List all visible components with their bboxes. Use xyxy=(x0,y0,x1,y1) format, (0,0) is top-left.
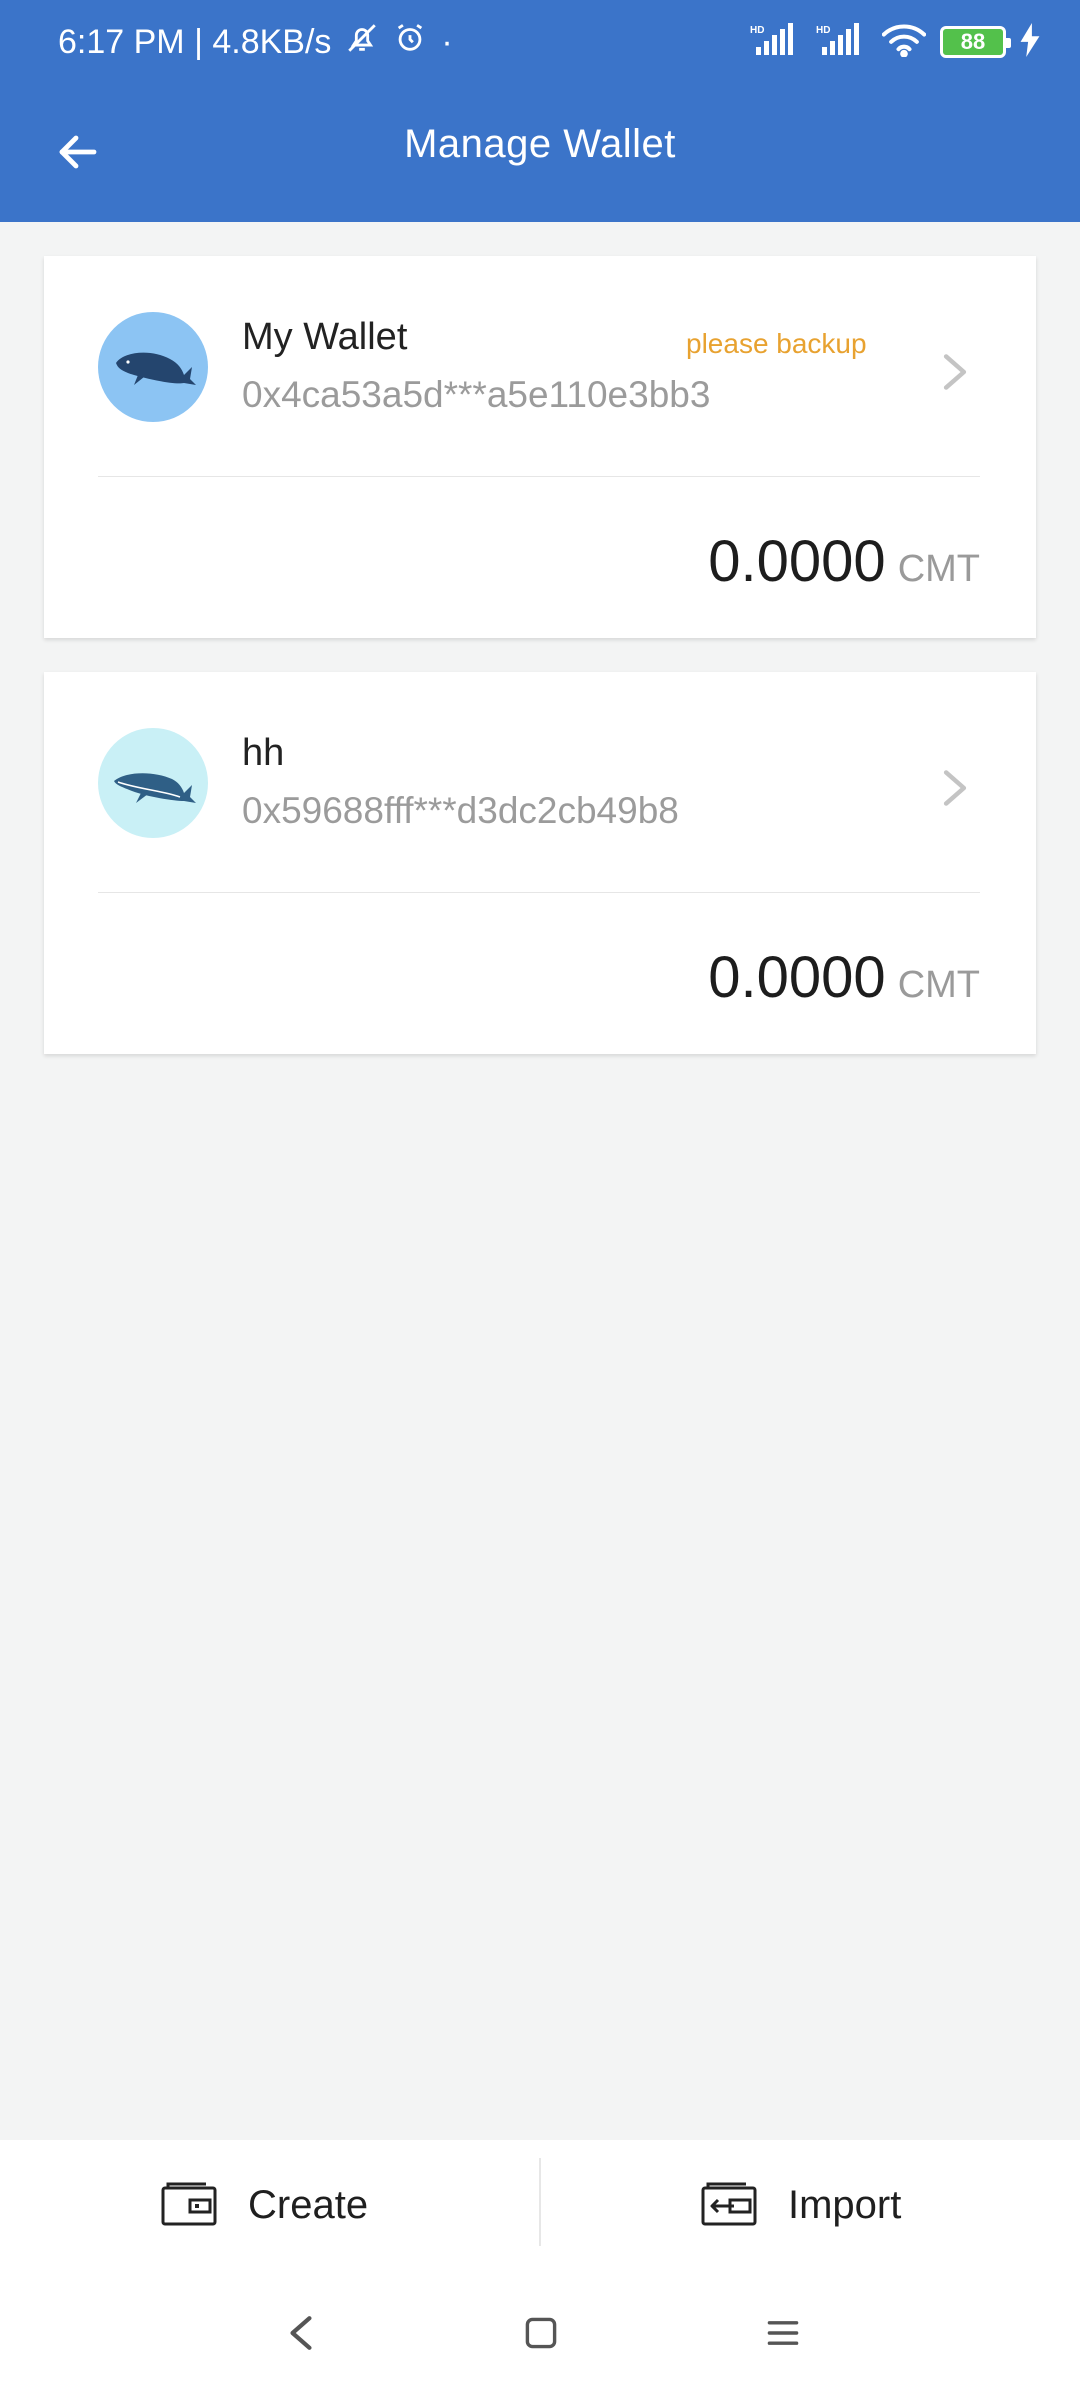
nav-menu-button[interactable] xyxy=(758,2310,808,2360)
wallet-name: hh xyxy=(242,732,285,774)
balance-unit: CMT xyxy=(897,964,980,1006)
status-bar: 6:17 PM | 4.8KB/s · HD HD 88 xyxy=(0,0,1080,84)
wallet-avatar xyxy=(98,312,208,422)
wifi-icon xyxy=(881,23,927,62)
create-button[interactable]: Create xyxy=(160,2140,368,2270)
divider xyxy=(98,892,980,893)
status-time-speed: 6:17 PM | 4.8KB/s xyxy=(58,22,332,61)
import-icon xyxy=(700,2182,758,2228)
wallet-avatar xyxy=(98,728,208,838)
wallet-address: 0x59688fff***d3dc2cb49b8 xyxy=(242,790,679,831)
square-icon xyxy=(524,2316,558,2355)
balance-unit: CMT xyxy=(897,548,980,590)
action-separator xyxy=(539,2158,541,2246)
balance-amount: 0.0000 xyxy=(708,529,886,594)
wallet-card-hh[interactable]: hh 0x59688fff***d3dc2cb49b8 0.0000 CMT xyxy=(44,672,1036,1054)
signal-hd-1-icon: HD xyxy=(750,22,802,62)
import-label: Import xyxy=(788,2182,902,2227)
wallet-balance: 0.0000 CMT xyxy=(708,944,980,1011)
status-left: 6:17 PM | 4.8KB/s · xyxy=(58,21,453,64)
alarm-icon xyxy=(393,21,427,64)
wallet-name: My Wallet xyxy=(242,316,408,358)
page-title: Manage Wallet xyxy=(404,122,676,166)
whale-icon xyxy=(108,335,198,400)
notifications-off-icon xyxy=(345,21,379,64)
bottom-actions: Create Import xyxy=(0,2140,1080,2272)
battery-icon: 88 xyxy=(940,26,1011,58)
wallet-balance: 0.0000 CMT xyxy=(708,528,980,595)
divider xyxy=(98,476,980,477)
chevron-right-icon xyxy=(940,352,970,392)
status-dot: · xyxy=(441,22,453,61)
import-button[interactable]: Import xyxy=(700,2140,901,2270)
app-root: 6:17 PM | 4.8KB/s · HD HD 88 Manage Wall… xyxy=(0,0,1080,2400)
wallet-card-my-wallet[interactable]: My Wallet 0x4ca53a5d***a5e110e3bb3 pleas… xyxy=(44,256,1036,638)
status-right: HD HD 88 xyxy=(750,22,1040,62)
app-header: Manage Wallet xyxy=(0,84,1080,222)
whale-icon xyxy=(108,751,198,816)
charging-icon xyxy=(1020,22,1040,62)
menu-icon xyxy=(766,2318,800,2353)
wallet-icon xyxy=(160,2182,218,2228)
wallet-address: 0x4ca53a5d***a5e110e3bb3 xyxy=(242,374,711,415)
chevron-left-icon xyxy=(288,2314,314,2357)
nav-home-button[interactable] xyxy=(516,2310,566,2360)
nav-back-button[interactable] xyxy=(276,2310,326,2360)
signal-hd-2-icon: HD xyxy=(816,22,868,62)
svg-text:HD: HD xyxy=(816,25,830,36)
system-nav-bar xyxy=(0,2270,1080,2400)
backup-warning[interactable]: please backup xyxy=(686,328,867,360)
svg-text:HD: HD xyxy=(750,25,764,36)
balance-amount: 0.0000 xyxy=(708,945,886,1010)
create-label: Create xyxy=(248,2182,369,2227)
chevron-right-icon xyxy=(940,768,970,808)
